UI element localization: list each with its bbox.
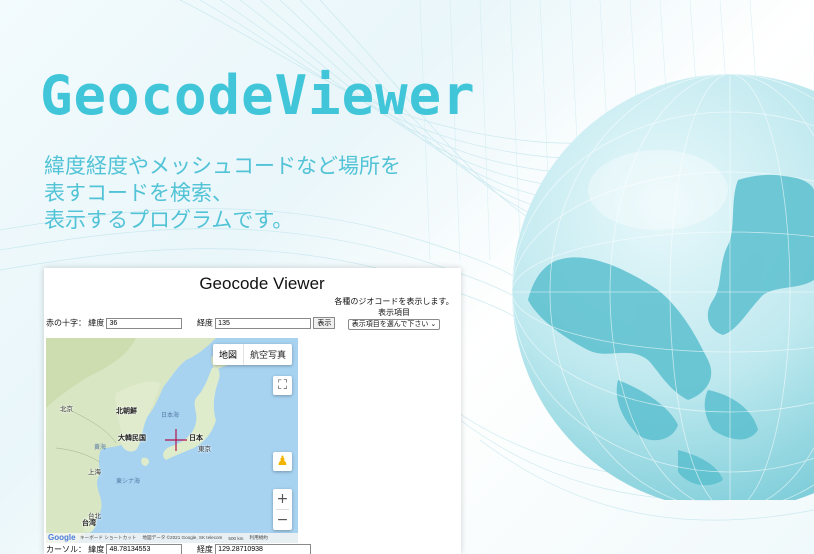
- lat-label: 緯度: [88, 318, 105, 328]
- cross-position-row: 赤の十字： 緯度 経度 表示: [46, 317, 336, 329]
- sea-label: 日本海: [161, 413, 180, 419]
- pegman-icon[interactable]: ♟: [273, 452, 292, 471]
- hero-title: GeocodeViewer: [40, 64, 476, 127]
- map-type-satellite-button[interactable]: 航空写真: [244, 344, 292, 365]
- lat-input[interactable]: [106, 317, 183, 329]
- side-panel: 各種のジオコードを表示します。 表示項目 表示項目を選んで下さい ⌄: [327, 296, 461, 330]
- sea-label: 黄海: [94, 445, 107, 451]
- app-title: Geocode Viewer: [199, 274, 325, 293]
- fullscreen-icon[interactable]: ⛶: [273, 376, 292, 395]
- place-label: 日本: [189, 435, 203, 442]
- cursor-lat-label: 緯度: [88, 545, 105, 554]
- cursor-lon-label: 経度: [196, 545, 213, 554]
- display-item-select[interactable]: 表示項目を選んで下さい ⌄: [347, 319, 441, 330]
- zoom-control: + −: [273, 489, 292, 530]
- place-label: 北京: [60, 406, 73, 413]
- hero-description-line: 表すコードを検索、: [44, 181, 233, 205]
- zoom-in-button[interactable]: +: [273, 489, 292, 509]
- crosshair-icon: [165, 429, 187, 451]
- sea-label: 東シナ海: [116, 479, 141, 485]
- place-label: 上海: [88, 469, 101, 476]
- place-label: 大韓民国: [118, 435, 146, 442]
- hero-description-line: 緯度経度やメッシュコードなど場所を: [44, 154, 401, 178]
- chevron-down-icon: ⌄: [430, 321, 437, 328]
- cross-label: 赤の十字：: [46, 318, 86, 328]
- display-item-label: 表示項目: [378, 308, 410, 317]
- terms-link[interactable]: 利用規約: [249, 535, 267, 541]
- cursor-lon-input[interactable]: [215, 544, 312, 554]
- display-item-select-value: 表示項目を選んで下さい: [351, 321, 429, 328]
- globe-illustration: [512, 74, 814, 500]
- cursor-lat-input[interactable]: [106, 544, 183, 554]
- place-label: 北朝鮮: [116, 408, 137, 415]
- side-info: 各種のジオコードを表示します。: [334, 297, 454, 306]
- lon-label: 経度: [196, 318, 213, 328]
- lon-input[interactable]: [215, 317, 312, 329]
- map-data-attribution: 地図データ ©2021 Google, SK telecom: [142, 535, 223, 540]
- map-type-control: 地図 航空写真: [212, 344, 292, 365]
- app-window: Geocode Viewer 赤の十字： 緯度 経度 表示 各種のジオコードを表…: [44, 268, 461, 554]
- hero-description: 緯度経度やメッシュコードなど場所を 表すコードを検索、 表示するプログラムです。: [44, 153, 401, 234]
- hero-description-line: 表示するプログラムです。: [44, 208, 294, 232]
- map-view[interactable]: 地図 航空写真 ⛶ ♟ + − 北京 北朝鮮 大韓民国 日本 東京 日本海 黄海…: [46, 338, 298, 543]
- zoom-out-button[interactable]: −: [273, 510, 292, 530]
- map-footer: キーボード ショートカット 地図データ ©2021 Google, SK tel…: [46, 533, 298, 543]
- map-type-map-button[interactable]: 地図: [213, 344, 243, 365]
- map-scale: 500 km: [228, 535, 244, 541]
- cursor-position-row: カーソル： 緯度 経度: [46, 544, 312, 554]
- keyboard-shortcuts-link[interactable]: キーボード ショートカット: [80, 535, 136, 541]
- cursor-label: カーソル：: [46, 545, 86, 554]
- google-logo: Google: [48, 533, 76, 542]
- place-label: 東京: [198, 446, 211, 453]
- place-label: 台湾: [82, 520, 96, 527]
